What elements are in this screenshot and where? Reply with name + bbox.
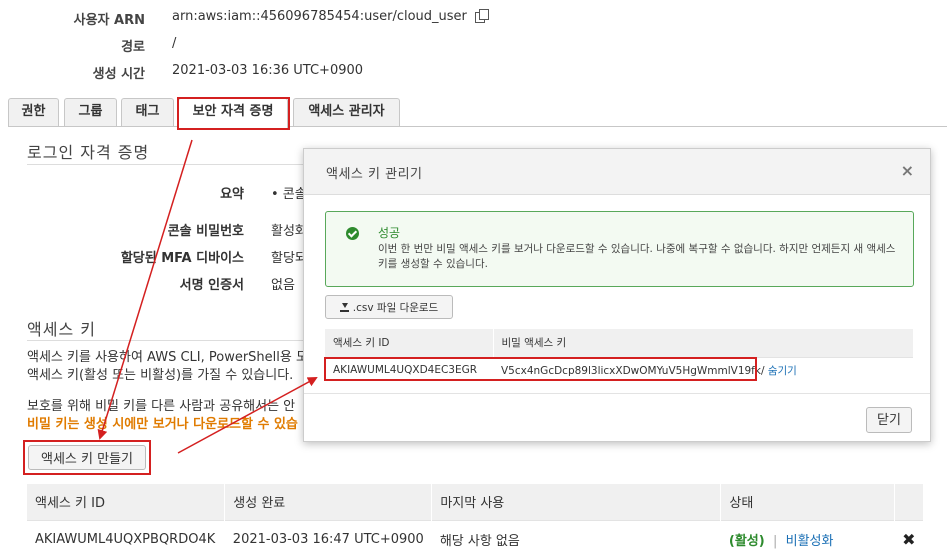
column-header-last-used[interactable]: 마지막 사용 — [431, 484, 722, 520]
alert-message: 이번 한 번만 비밀 액세스 키를 보거나 다운로드할 수 있습니다. 나중에 … — [378, 243, 896, 270]
column-header-status[interactable]: 상태 — [720, 484, 895, 520]
tab-security-credentials[interactable]: 보안 자격 증명 — [178, 98, 288, 128]
summary-arn-row: 사용자 ARN arn:aws:iam::456096785454:user/c… — [0, 9, 489, 31]
column-header-access-key-id: 액세스 키 ID — [325, 329, 494, 357]
tab-groups[interactable]: 그룹 — [64, 98, 117, 126]
mfa-value: 할당되 — [271, 251, 307, 266]
column-header-actions — [894, 484, 925, 520]
deactivate-link[interactable]: 비활성화 — [786, 534, 834, 549]
summary-value: • 콘솔 — [271, 187, 307, 202]
success-alert: 성공 이번 한 번만 비밀 액세스 키를 보거나 다운로드할 수 있습니다. 나… — [325, 211, 914, 287]
user-arn-value: arn:aws:iam::456096785454:user/cloud_use… — [172, 9, 489, 24]
table-row: AKIAWUML4UQXD4EC3EGR V5cx4nGcDcp89l3licx… — [325, 356, 914, 383]
modal-footer-divider — [304, 393, 930, 394]
delete-icon[interactable]: ✖ — [902, 530, 915, 549]
modal-header: 액세스 키 관리기 × — [304, 149, 930, 195]
login-credentials-title: 로그인 자격 증명 — [27, 143, 150, 162]
download-icon — [339, 303, 349, 312]
column-header-created[interactable]: 생성 완료 — [224, 484, 433, 520]
access-keys-title: 액세스 키 — [27, 320, 96, 339]
created-cell: 2021-03-03 16:47 UTC+0900 — [224, 519, 432, 558]
last-used-cell: 해당 사항 없음 — [431, 519, 721, 558]
column-header-secret-key: 비밀 액세스 키 — [493, 329, 914, 357]
tab-permissions[interactable]: 권한 — [8, 98, 59, 126]
download-csv-button[interactable]: .csv 파일 다운로드 — [325, 295, 453, 319]
detail-label: 요약 — [220, 187, 244, 202]
status-active-label: (활성) — [728, 533, 765, 549]
secret-key-cell: V5cx4nGcDcp89l3licxXDwOMYuV5HgWmmlV19fk/… — [493, 356, 914, 383]
check-circle-icon — [346, 227, 359, 240]
access-keys-description: 액세스 키를 사용하여 AWS CLI, PowerShell용 도구 — [27, 350, 320, 365]
summary-label: 사용자 ARN — [73, 13, 145, 28]
column-header-access-key-id[interactable]: 액세스 키 ID — [27, 484, 226, 520]
console-password-value: 활성화 — [271, 224, 307, 239]
secret-key-warning: 비밀 키는 생성 시에만 보거나 다운로드할 수 있습 — [27, 417, 298, 432]
detail-label: 할당된 MFA 디바이스 — [120, 251, 244, 266]
secret-access-key[interactable]: V5cx4nGcDcp89l3licxXDwOMYuV5HgWmmlV19fk/ — [501, 365, 765, 377]
new-key-table: 액세스 키 ID 비밀 액세스 키 AKIAWUML4UQXD4EC3EGR V… — [325, 329, 914, 383]
tab-access-advisor[interactable]: 액세스 관리자 — [293, 98, 400, 126]
summary-path-row: 경로 / — [0, 36, 480, 58]
copy-icon[interactable] — [474, 9, 489, 23]
delete-cell: ✖ — [894, 519, 924, 558]
download-csv-label: .csv 파일 다운로드 — [352, 302, 439, 314]
access-key-id-cell: AKIAWUML4UQXPBQRDO4K — [27, 519, 225, 558]
detail-label: 콘솔 비밀번호 — [167, 224, 244, 239]
access-key-modal: 액세스 키 관리기 × 성공 이번 한 번만 비밀 액세스 키를 보거나 다운로… — [303, 148, 931, 442]
new-access-key-id[interactable]: AKIAWUML4UQXD4EC3EGR — [325, 356, 493, 383]
access-keys-table: 액세스 키 ID 생성 완료 마지막 사용 상태 AKIAWUML4UQXPBQ… — [27, 484, 925, 558]
created-time-value: 2021-03-03 16:36 UTC+0900 — [172, 63, 364, 78]
table-header-row: 액세스 키 ID 생성 완료 마지막 사용 상태 — [27, 484, 925, 520]
modal-title: 액세스 키 관리기 — [326, 167, 423, 182]
arn-text: arn:aws:iam::456096785454:user/cloud_use… — [172, 9, 467, 24]
status-cell: (활성) | 비활성화 — [720, 519, 895, 558]
security-note: 보호를 위해 비밀 키를 다른 사람과 공유해서는 안 — [27, 399, 296, 414]
detail-label: 서명 인증서 — [179, 278, 244, 293]
create-access-key-button[interactable]: 액세스 키 만들기 — [28, 445, 146, 470]
tab-tags[interactable]: 태그 — [121, 98, 174, 126]
tab-divider — [8, 126, 947, 127]
table-header-row: 액세스 키 ID 비밀 액세스 키 — [325, 329, 914, 357]
close-icon[interactable]: × — [901, 161, 914, 180]
summary-label: 생성 시간 — [92, 67, 145, 82]
alert-title: 성공 — [378, 226, 401, 240]
table-row: AKIAWUML4UQXPBQRDO4K 2021-03-03 16:47 UT… — [27, 519, 924, 558]
summary-label: 경로 — [121, 40, 145, 55]
access-keys-description: 액세스 키(활성 또는 비활성)를 가질 수 있습니다. — [27, 368, 294, 383]
hide-secret-link[interactable]: 숨기기 — [768, 365, 797, 377]
summary-created-row: 생성 시간 2021-03-03 16:36 UTC+0900 — [0, 63, 480, 85]
close-button[interactable]: 닫기 — [866, 407, 912, 433]
path-value: / — [172, 36, 177, 51]
signing-certificate-value: 없음 — [271, 278, 295, 293]
